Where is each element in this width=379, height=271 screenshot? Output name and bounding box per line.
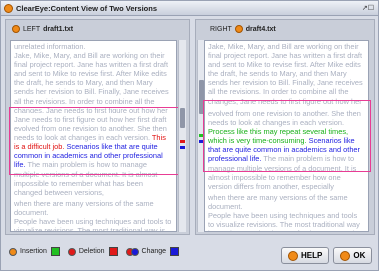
ok-button[interactable]: OK [333, 247, 373, 264]
deletion-label: Deletion [78, 248, 105, 255]
left-change-marker [180, 146, 185, 149]
help-label: HELP [301, 251, 323, 260]
deletion-swatch [108, 247, 118, 256]
change-icon-2 [130, 247, 139, 256]
left-scrollbar[interactable] [178, 40, 186, 232]
right-focus-gray: evolved from one revision to another. Sh… [208, 109, 361, 128]
window-title: ClearEye:Content View of Two Versions [16, 3, 158, 13]
left-panel: LEFT draft1.txt unrelated information. J… [5, 19, 190, 235]
right-label: RIGHT [210, 25, 232, 33]
left-focus-gray: Jane needs to first figure out how her f… [14, 115, 167, 143]
ok-label: OK [353, 251, 366, 260]
deletion-icon [67, 247, 76, 256]
change-label: Change [141, 248, 167, 255]
right-panel: RIGHT draft4.txt Jake, Mike, Mary, and B… [195, 19, 375, 235]
right-text-before: Jake, Mike, Mary, and Bill are working o… [208, 42, 363, 107]
legend-deletion[interactable]: Deletion [67, 247, 118, 256]
left-file-name[interactable]: draft1.txt [43, 26, 73, 33]
legend-insertion[interactable]: Insertion [9, 247, 60, 256]
right-text-after: when there are many versions of the same… [208, 192, 360, 231]
insertion-label: Insertion [20, 248, 47, 255]
legend-bar: Insertion Deletion Change [9, 247, 187, 256]
help-icon [288, 250, 298, 261]
left-header: LEFT draft1.txt [6, 20, 189, 38]
file-icon [234, 25, 243, 33]
insertion-swatch [50, 247, 60, 256]
left-focus-text: Jane needs to first figure out how her f… [11, 113, 176, 198]
title-bar: ClearEye:Content View of Two Versions ↗☐ [1, 1, 378, 16]
left-scroll-thumb[interactable] [180, 108, 185, 128]
file-icon [12, 25, 20, 33]
left-deletion-marker [180, 140, 185, 143]
window-controls[interactable]: ↗☐ [362, 4, 374, 12]
button-bar: HELP OK [277, 247, 373, 264]
left-text-area[interactable]: unrelated information. Jake, Mike, Mary,… [10, 40, 177, 232]
insertion-icon [9, 247, 17, 256]
left-text-before: unrelated information. Jake, Mike, Mary,… [14, 42, 169, 113]
left-focus-rest: The main problem is how to manage multip… [14, 160, 158, 197]
help-button[interactable]: HELP [281, 247, 330, 264]
change-swatch [170, 247, 180, 256]
right-focus-text: evolved from one revision to another. Sh… [205, 107, 368, 192]
ok-icon [340, 250, 351, 261]
app-logo-icon [4, 3, 13, 13]
right-text-area[interactable]: Jake, Mike, Mary, and Bill are working o… [204, 40, 369, 232]
window: ClearEye:Content View of Two Versions ↗☐… [0, 0, 379, 271]
legend-change[interactable]: Change [125, 247, 180, 256]
right-file-name[interactable]: draft4.txt [246, 26, 276, 33]
left-label: LEFT [23, 25, 41, 33]
right-header: RIGHT draft4.txt [196, 20, 374, 38]
left-text-after: when there are many versions of the same… [14, 198, 172, 232]
